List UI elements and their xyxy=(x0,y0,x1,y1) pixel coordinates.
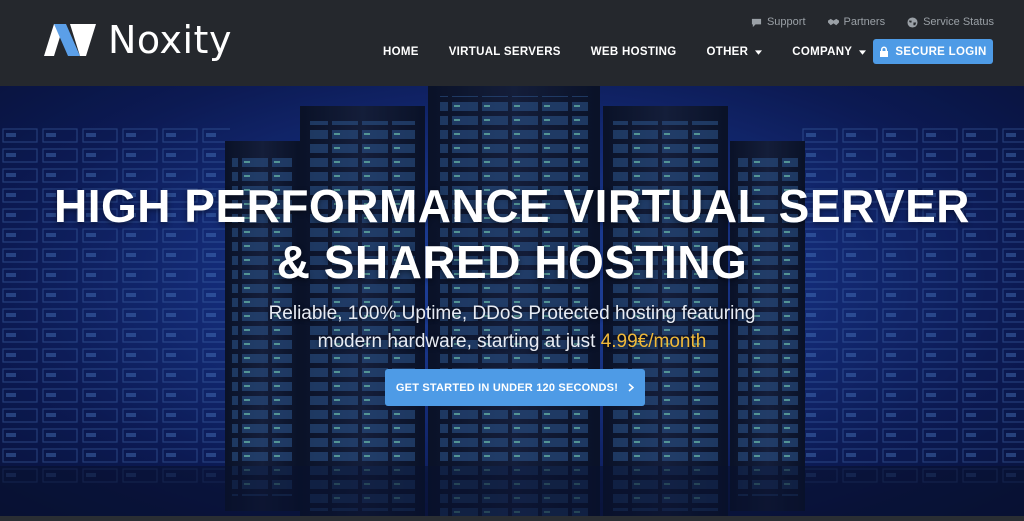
utility-links: Support Partners Service Status xyxy=(751,16,994,28)
hero-subtitle-line2: modern hardware, starting at just xyxy=(317,331,596,352)
secure-login-label: SECURE LOGIN xyxy=(895,45,987,58)
nav-item-other[interactable]: OTHER xyxy=(707,46,763,58)
nav-item-company-label: COMPANY xyxy=(792,46,853,58)
brand-name: Noxity xyxy=(108,18,232,62)
brand-logo[interactable]: Noxity xyxy=(40,18,232,62)
hero-section: HIGH PERFORMANCE VIRTUAL SERVER & SHARED… xyxy=(0,86,1024,516)
get-started-button[interactable]: GET STARTED IN UNDER 120 SECONDS! xyxy=(385,369,645,406)
handshake-icon xyxy=(827,18,839,25)
hero-subtitle-line1: Reliable, 100% Uptime, DDoS Protected ho… xyxy=(268,303,756,324)
price-highlight: 4.99€/month xyxy=(600,331,707,352)
main-nav: HOME VIRTUAL SERVERS WEB HOSTING OTHER C… xyxy=(383,40,896,64)
hero-title-line2: & SHARED HOSTING xyxy=(276,236,748,288)
support-link[interactable]: Support xyxy=(751,16,806,28)
nav-item-company[interactable]: COMPANY xyxy=(792,46,867,58)
caret-down-icon xyxy=(755,49,763,55)
nav-item-web-hosting-label: WEB HOSTING xyxy=(590,46,677,58)
chevron-right-icon xyxy=(628,383,635,392)
hero-title: HIGH PERFORMANCE VIRTUAL SERVER & SHARED… xyxy=(0,178,1024,290)
hero-title-line1: HIGH PERFORMANCE VIRTUAL SERVER xyxy=(53,180,970,232)
partners-link-label: Partners xyxy=(843,16,886,28)
nav-item-web-hosting[interactable]: WEB HOSTING xyxy=(591,46,677,58)
nav-item-home-label: HOME xyxy=(383,46,419,58)
chat-bubble-icon xyxy=(751,18,762,27)
secure-login-button[interactable]: SECURE LOGIN xyxy=(873,39,993,64)
hero-subtitle: Reliable, 100% Uptime, DDoS Protected ho… xyxy=(0,300,1024,356)
nav-item-other-label: OTHER xyxy=(706,46,749,58)
page-bottom-strip xyxy=(0,516,1024,521)
nav-item-home[interactable]: HOME xyxy=(383,46,419,58)
logo-mark-icon xyxy=(44,24,96,56)
service-status-link[interactable]: Service Status xyxy=(907,16,994,28)
site-header: Noxity Support Partners Service Status H… xyxy=(0,0,1024,86)
get-started-label: GET STARTED IN UNDER 120 SECONDS! xyxy=(395,381,619,394)
service-status-link-label: Service Status xyxy=(923,16,994,28)
lock-icon xyxy=(880,46,889,57)
nav-item-virtual-servers-label: VIRTUAL SERVERS xyxy=(448,46,561,58)
nav-item-virtual-servers[interactable]: VIRTUAL SERVERS xyxy=(449,46,561,58)
support-link-label: Support xyxy=(766,16,806,28)
globe-icon xyxy=(907,16,918,28)
partners-link[interactable]: Partners xyxy=(827,16,886,28)
caret-down-icon xyxy=(859,49,867,55)
